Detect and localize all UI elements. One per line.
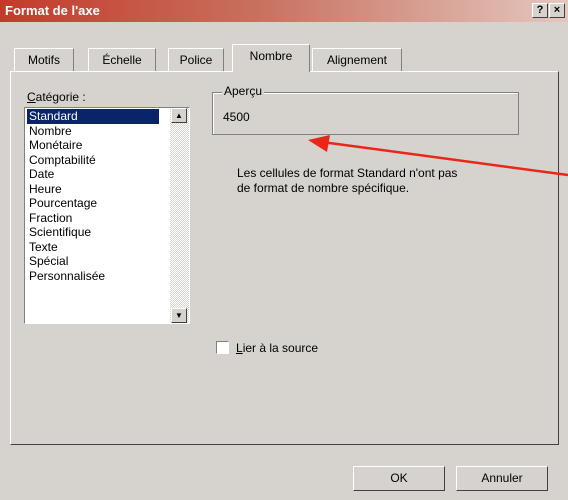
ok-label: OK (390, 471, 408, 485)
title-bar: Format de l'axe ? × (0, 0, 568, 22)
tab-label: Nombre (249, 49, 293, 63)
tab-motifs[interactable]: Motifs (14, 48, 74, 71)
close-button[interactable]: × (549, 3, 565, 18)
preview-label: Aperçu (222, 84, 265, 98)
cancel-label: Annuler (481, 471, 523, 485)
tab-alignement[interactable]: Alignement (312, 48, 402, 71)
tab-echelle[interactable]: Échelle (88, 48, 156, 71)
link-source-label[interactable]: Lier à la source (236, 341, 318, 355)
category-scrollbar[interactable]: ▲ ▼ (170, 108, 189, 323)
scroll-up-button[interactable]: ▲ (171, 108, 187, 123)
category-item[interactable]: Heure (27, 182, 159, 197)
category-item[interactable]: Standard (27, 109, 159, 124)
category-label-text: atégorie : (35, 90, 86, 104)
category-item[interactable]: Nombre (27, 124, 159, 139)
category-item[interactable]: Comptabilité (27, 153, 159, 168)
ok-button[interactable]: OK (353, 466, 445, 491)
tab-label: Motifs (27, 53, 60, 67)
tab-label: Police (179, 53, 213, 67)
preview-box (212, 92, 519, 135)
preview-value: 4500 (223, 110, 250, 124)
category-item[interactable]: Fraction (27, 211, 159, 226)
category-item[interactable]: Scientifique (27, 225, 159, 240)
category-item[interactable]: Date (27, 167, 159, 182)
format-description: Les cellules de format Standard n'ont pa… (237, 166, 458, 195)
tab-label: Échelle (102, 53, 142, 67)
tab-nombre[interactable]: Nombre (232, 44, 310, 72)
scroll-down-button[interactable]: ▼ (171, 308, 187, 323)
tab-police[interactable]: Police (168, 48, 224, 71)
arrow-up-icon: ▲ (175, 111, 183, 120)
window-title: Format de l'axe (5, 3, 100, 18)
link-source-text: ier à la source (242, 341, 319, 355)
category-item[interactable]: Monétaire (27, 138, 159, 153)
help-icon: ? (536, 4, 544, 16)
tab-label: Alignement (326, 53, 388, 67)
category-label: Catégorie : (27, 90, 86, 104)
help-button[interactable]: ? (532, 3, 548, 18)
category-item[interactable]: Texte (27, 240, 159, 255)
category-item[interactable]: Personnalisée (27, 269, 159, 284)
category-items: Standard Nombre Monétaire Comptabilité Date H… (27, 109, 159, 283)
link-source-mnemonic: L (236, 341, 243, 355)
category-item[interactable]: Pourcentage (27, 196, 159, 211)
link-source-checkbox[interactable] (216, 341, 229, 354)
cancel-button[interactable]: Annuler (456, 466, 548, 491)
category-item[interactable]: Spécial (27, 254, 159, 269)
arrow-down-icon: ▼ (175, 311, 183, 320)
category-label-mnemonic: C (27, 90, 36, 104)
category-list[interactable]: Standard Nombre Monétaire Comptabilité Date H… (24, 107, 190, 324)
close-icon: × (553, 4, 561, 16)
